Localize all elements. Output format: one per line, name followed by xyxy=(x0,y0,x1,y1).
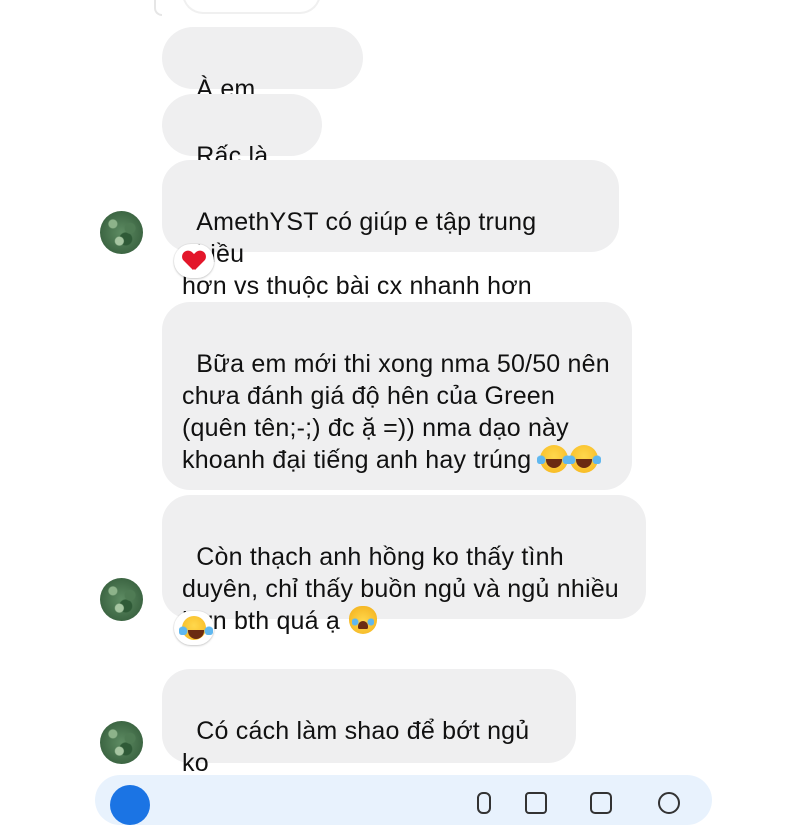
message-reaction[interactable] xyxy=(174,244,214,278)
message-bubble[interactable]: Rấc là tuyt xyxy=(162,94,322,202)
message-bubble[interactable]: AmethYST có giúp e tập trung nhiều hơn v… xyxy=(162,160,619,300)
sticker-icon[interactable] xyxy=(590,792,612,814)
tears-of-joy-icon xyxy=(567,445,602,473)
message-text: Còn thạch anh hồng ko thấy tình duyên, c… xyxy=(182,543,619,635)
red-heart-icon xyxy=(183,251,205,271)
crying-cat-face-icon xyxy=(349,606,378,634)
previous-message-bubble[interactable] xyxy=(182,0,321,14)
tears-of-joy-icon xyxy=(179,616,213,640)
message-bubble[interactable]: Bữa em mới thi xong nma 50/50 nên chưa đ… xyxy=(162,302,632,537)
message-composer[interactable] xyxy=(95,775,712,825)
camera-icon[interactable] xyxy=(110,785,150,825)
previous-message-edge xyxy=(154,0,162,16)
message-reaction[interactable] xyxy=(174,611,214,645)
contact-avatar[interactable] xyxy=(100,211,143,254)
emoji-icon[interactable] xyxy=(658,792,680,814)
image-icon[interactable] xyxy=(525,792,547,814)
message-bubble[interactable]: Có cách làm shao để bớt ngủ ko shop :(((… xyxy=(162,669,576,809)
message-bubble[interactable]: Còn thạch anh hồng ko thấy tình duyên, c… xyxy=(162,495,646,635)
message-text: AmethYST có giúp e tập trung nhiều hơn v… xyxy=(182,208,537,300)
microphone-icon[interactable] xyxy=(477,792,491,814)
tears-of-joy-icon xyxy=(537,445,572,473)
message-bubble[interactable]: À em feedback xyxy=(162,27,363,135)
contact-avatar[interactable] xyxy=(100,578,143,621)
contact-avatar[interactable] xyxy=(100,721,143,764)
